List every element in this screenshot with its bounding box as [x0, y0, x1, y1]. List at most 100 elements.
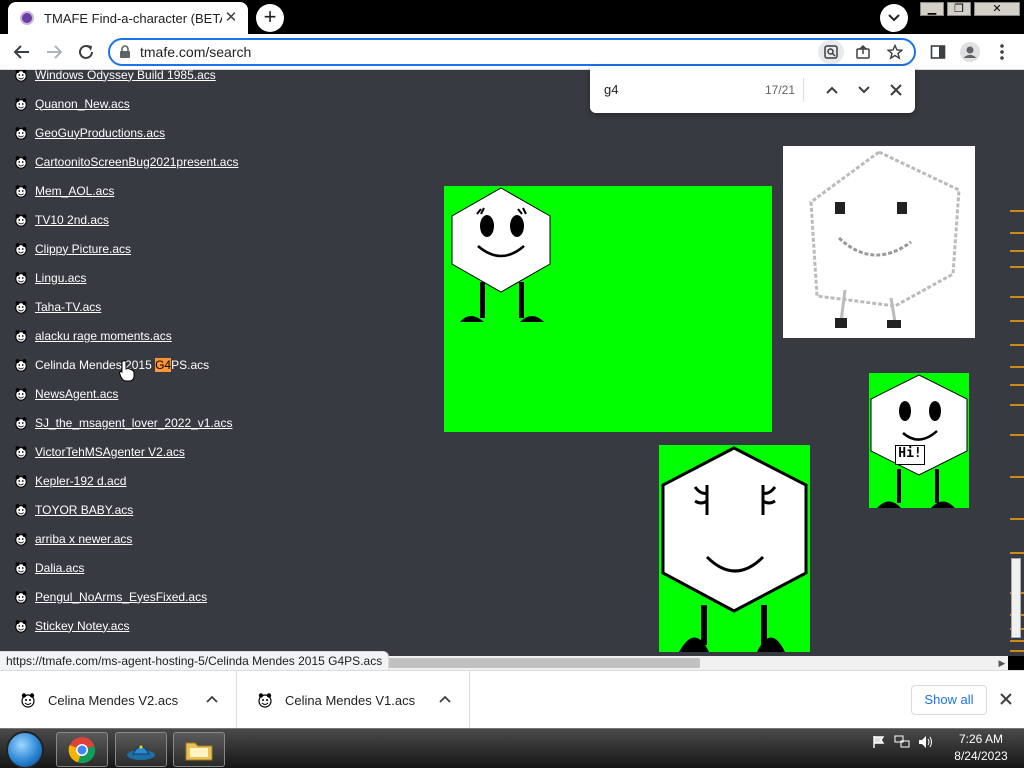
taskbar-explorer[interactable] [173, 732, 225, 767]
file-link[interactable]: Mem_AOL.acs [35, 184, 114, 198]
back-button[interactable] [8, 38, 36, 66]
file-link[interactable]: TV10 2nd.acs [35, 213, 109, 227]
download-item[interactable]: Celina Mendes V2.acs [0, 671, 237, 729]
find-result-marker [1010, 366, 1024, 368]
file-list-item: TV10 2nd.acs [14, 205, 314, 234]
start-button[interactable] [6, 731, 44, 768]
find-in-page-icon[interactable] [818, 40, 844, 64]
agent-file-icon [258, 693, 272, 708]
file-link[interactable]: Lingu.acs [35, 271, 86, 285]
file-link[interactable]: Clippy Picture.acs [35, 242, 131, 256]
network-icon[interactable] [894, 735, 910, 749]
file-list-item: CartoonitoScreenBug2021present.acs [14, 147, 314, 176]
forward-button[interactable] [40, 38, 68, 66]
file-link[interactable]: TOYOR BABY.acs [35, 503, 133, 517]
file-list-item: alacku rage moments.acs [14, 321, 314, 350]
download-item[interactable]: Celina Mendes V1.acs [237, 671, 470, 729]
find-input[interactable]: g4 [604, 82, 744, 97]
file-link[interactable]: Stickey Notey.acs [35, 619, 129, 633]
file-link-text: PS.acs [171, 357, 210, 372]
system-tray [872, 735, 934, 749]
file-list-item: SJ_the_msagent_lover_2022_v1.acs [14, 408, 314, 437]
character-preview-sketch [783, 146, 975, 338]
tab-tmafe[interactable]: TMAFE Find-a-character (BETA) ✕ [8, 2, 248, 34]
file-link[interactable]: VictorTehMSAgenter V2.acs [35, 445, 185, 459]
tab-close-icon[interactable]: ✕ [222, 9, 240, 27]
reload-button[interactable] [72, 38, 100, 66]
bookmark-star-icon[interactable] [882, 40, 908, 64]
download-options-icon[interactable] [433, 688, 457, 712]
agent-character-icon [14, 619, 28, 633]
file-link[interactable]: Taha-TV.acs [35, 300, 101, 314]
agent-character-icon [14, 590, 28, 604]
file-list-item: Stickey Notey.acs [14, 611, 314, 640]
download-options-icon[interactable] [200, 688, 224, 712]
downloads-bar: Celina Mendes V2.acs Celina Mendes V1.ac… [0, 670, 1024, 729]
file-link[interactable]: SJ_the_msagent_lover_2022_v1.acs [35, 416, 232, 430]
file-link[interactable]: GeoGuyProductions.acs [35, 126, 165, 140]
restore-button[interactable]: ❐ [947, 2, 971, 16]
page-content: Windows Odyssey Build 1985.acs Quanon_New… [0, 70, 1008, 656]
agent-character-icon [14, 126, 28, 140]
file-list-item: Quanon_New.acs [14, 89, 314, 118]
file-link[interactable]: NewsAgent.acs [35, 387, 118, 401]
scroll-right-arrow-icon[interactable]: ▶ [996, 656, 1008, 670]
hand-cursor-icon [119, 360, 135, 382]
file-link[interactable]: arriba x newer.acs [35, 532, 132, 546]
new-tab-button[interactable]: + [256, 4, 284, 32]
tab-search-button[interactable] [880, 4, 908, 32]
wizard-hat-icon [127, 745, 155, 760]
file-list-item: VictorTehMSAgenter V2.acs [14, 437, 314, 466]
menu-button[interactable] [988, 38, 1016, 66]
minimize-button[interactable]: ▁ [920, 2, 944, 16]
file-list-item: Windows Odyssey Build 1985.acs [14, 70, 314, 89]
show-all-downloads-button[interactable]: Show all [911, 685, 987, 715]
file-list-item: NewsAgent.acs [14, 379, 314, 408]
find-result-marker [1010, 650, 1024, 652]
share-icon[interactable] [850, 40, 876, 64]
window-close-button[interactable]: ✕ [974, 2, 1020, 16]
file-list-item: Dalia.acs [14, 553, 314, 582]
find-match-count: 17/21 [744, 77, 804, 102]
vertical-scroll-thumb[interactable] [1011, 558, 1021, 638]
find-next-button[interactable] [848, 74, 880, 106]
chevron-down-icon [888, 14, 900, 22]
os-taskbar: 7:26 AM 8/24/2023 [0, 728, 1024, 768]
character-preview-closeup [659, 445, 810, 652]
agent-character-icon [14, 387, 28, 401]
volume-icon[interactable] [918, 735, 934, 749]
chevron-down-icon [858, 85, 870, 93]
find-result-marker [1010, 210, 1024, 212]
file-list-item: Kepler-192 d.acd [14, 466, 314, 495]
agent-character-icon [14, 445, 28, 459]
file-link[interactable]: Pengul_NoArms_EyesFixed.acs [35, 590, 207, 604]
file-link[interactable]: CartoonitoScreenBug2021present.acs [35, 155, 238, 169]
side-panel-button[interactable] [924, 38, 952, 66]
find-result-marker [1010, 434, 1024, 436]
link-status-url: https://tmafe.com/ms-agent-hosting-5/Cel… [0, 651, 390, 671]
find-result-marker [1010, 476, 1024, 478]
find-result-marker [1010, 344, 1024, 346]
character-file-list: Windows Odyssey Build 1985.acs Quanon_New… [14, 70, 314, 640]
download-filename: Celina Mendes V1.acs [285, 692, 416, 708]
address-bar[interactable]: tmafe.com/search [108, 38, 916, 66]
agent-character-icon [14, 503, 28, 517]
taskbar-clock[interactable]: 7:26 AM 8/24/2023 [946, 731, 1016, 765]
find-previous-button[interactable] [816, 74, 848, 106]
avatar-icon [960, 42, 980, 62]
profile-button[interactable] [956, 38, 984, 66]
file-link[interactable]: alacku rage moments.acs [35, 329, 172, 343]
file-link[interactable]: Quanon_New.acs [35, 97, 130, 111]
taskbar-chrome[interactable] [56, 732, 108, 767]
horizontal-scroll-thumb[interactable] [380, 658, 700, 668]
close-downloads-bar-button[interactable] [996, 689, 1016, 709]
file-link[interactable]: Dalia.acs [35, 561, 84, 575]
file-link[interactable]: Windows Odyssey Build 1985.acs [35, 70, 216, 82]
action-center-flag-icon[interactable] [872, 735, 886, 749]
more-vert-icon [1000, 44, 1004, 60]
taskbar-agent-app[interactable] [115, 732, 167, 767]
find-result-marker [1010, 404, 1024, 406]
character-preview-hi: Hi! [869, 373, 969, 508]
file-link[interactable]: Kepler-192 d.acd [35, 474, 126, 488]
find-close-button[interactable] [880, 74, 912, 106]
